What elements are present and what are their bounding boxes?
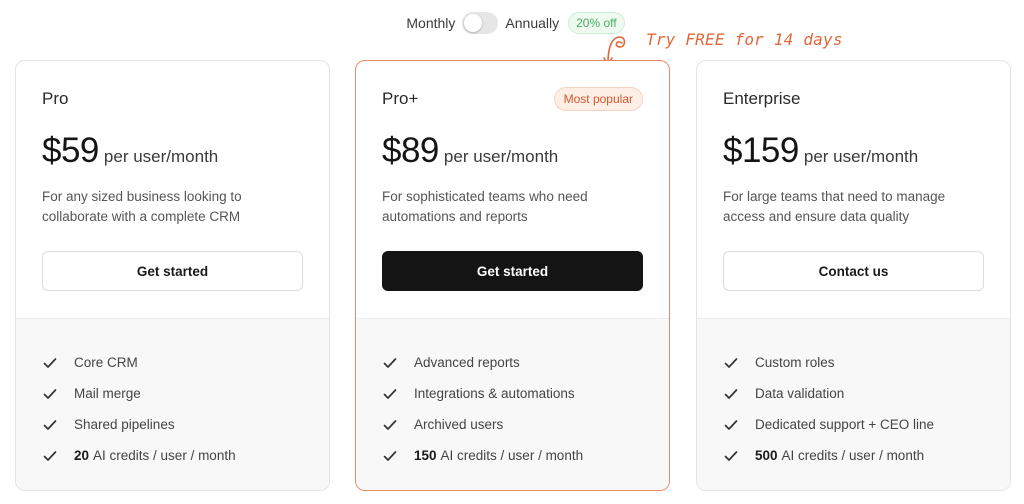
check-icon <box>724 419 738 430</box>
credits-amount: 500 <box>755 448 778 463</box>
check-icon <box>43 419 57 430</box>
price-unit: per user/month <box>803 147 919 166</box>
check-icon <box>383 388 397 399</box>
credits-text: AI credits / user / month <box>781 448 925 463</box>
credits-amount: 20 <box>74 448 90 463</box>
credits-amount: 150 <box>414 448 437 463</box>
plan-description: For any sized business looking to collab… <box>42 189 242 224</box>
feature-item: Core CRM <box>42 347 303 378</box>
check-icon <box>383 419 397 430</box>
feature-label: Shared pipelines <box>74 417 175 432</box>
feature-list: Advanced reports Integrations & automati… <box>382 347 643 471</box>
plan-price: $59 <box>42 131 99 170</box>
feature-list: Core CRM Mail merge Shared pipelines 20 … <box>42 347 303 471</box>
monthly-label[interactable]: Monthly <box>406 15 455 31</box>
feature-item: Data validation <box>723 378 984 409</box>
feature-label: Dedicated support + CEO line <box>755 417 934 432</box>
plan-price: $159 <box>723 131 799 170</box>
price-unit: per user/month <box>443 147 559 166</box>
check-icon <box>43 357 57 368</box>
free-trial-annotation: Try FREE for 14 days <box>646 30 843 49</box>
feature-label: Archived users <box>414 417 504 432</box>
feature-label: Mail merge <box>74 386 141 401</box>
feature-item-credits: 20 AI credits / user / month <box>42 440 303 471</box>
annually-label[interactable]: Annually <box>505 15 559 31</box>
feature-item-credits: 150 AI credits / user / month <box>382 440 643 471</box>
switch-knob <box>464 14 483 32</box>
feature-item: Custom roles <box>723 347 984 378</box>
most-popular-badge: Most popular <box>553 87 643 111</box>
check-icon <box>383 357 397 368</box>
feature-item: Advanced reports <box>382 347 643 378</box>
check-icon <box>724 357 738 368</box>
feature-label: Integrations & automations <box>414 386 575 401</box>
get-started-button[interactable]: Get started <box>42 251 303 291</box>
discount-badge: 20% off <box>568 12 625 34</box>
plan-card-pro: Pro $59 per user/month For any sized bus… <box>15 60 330 491</box>
plan-description: For sophisticated teams who need automat… <box>382 189 588 224</box>
feature-label: Advanced reports <box>414 355 520 370</box>
feature-item: Shared pipelines <box>42 409 303 440</box>
price-unit: per user/month <box>103 147 219 166</box>
plan-card-pro-plus: Pro+ Most popular $89 per user/month For… <box>355 60 670 491</box>
feature-label: Data validation <box>755 386 845 401</box>
plan-price: $89 <box>382 131 439 170</box>
get-started-button[interactable]: Get started <box>382 251 643 291</box>
feature-item: Integrations & automations <box>382 378 643 409</box>
contact-us-button[interactable]: Contact us <box>723 251 984 291</box>
check-icon <box>43 388 57 399</box>
credits-text: AI credits / user / month <box>93 448 236 463</box>
feature-item: Dedicated support + CEO line <box>723 409 984 440</box>
credits-text: AI credits / user / month <box>440 448 584 463</box>
feature-item-credits: 500 AI credits / user / month <box>723 440 984 471</box>
feature-item: Mail merge <box>42 378 303 409</box>
check-icon <box>724 388 738 399</box>
feature-item: Archived users <box>382 409 643 440</box>
plan-name: Pro <box>42 89 69 108</box>
check-icon <box>724 450 738 461</box>
feature-label: Core CRM <box>74 355 138 370</box>
check-icon <box>383 450 397 461</box>
billing-toggle: Monthly Annually 20% off <box>0 9 1024 37</box>
plan-description: For large teams that need to manage acce… <box>723 189 946 224</box>
plan-name: Enterprise <box>723 89 801 108</box>
billing-switch[interactable] <box>462 12 499 34</box>
feature-label: Custom roles <box>755 355 835 370</box>
plan-card-enterprise: Enterprise $159 per user/month For large… <box>696 60 1011 491</box>
check-icon <box>43 450 57 461</box>
feature-list: Custom roles Data validation Dedicated s… <box>723 347 984 471</box>
